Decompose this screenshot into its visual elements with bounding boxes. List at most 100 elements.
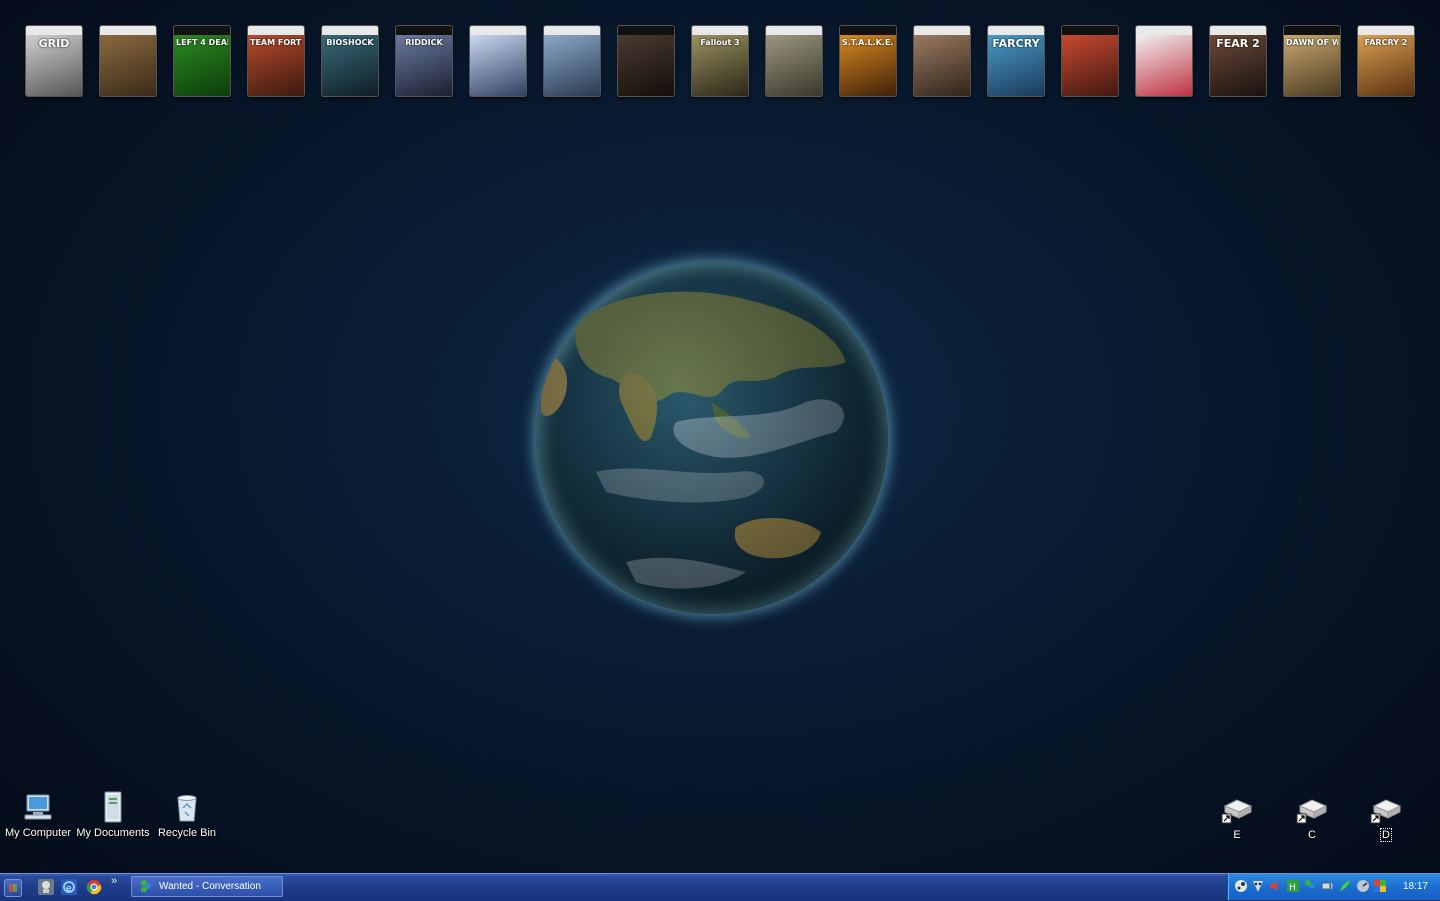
my-computer-icon	[21, 790, 55, 824]
cover-platform-strip	[1062, 26, 1118, 35]
cover-half-life[interactable]	[914, 26, 970, 96]
cover-platform-strip	[692, 26, 748, 35]
my-documents-icon	[96, 790, 130, 824]
cover-far-cry-2[interactable]: FARCRY 2	[1358, 26, 1414, 96]
cover-platform-strip	[1284, 26, 1340, 35]
cover-platform-strip	[470, 26, 526, 35]
cover-platform-strip	[248, 26, 304, 35]
cover-fear-2[interactable]: FEAR 2	[1210, 26, 1266, 96]
hard-drive-icon	[1296, 796, 1328, 826]
drive-label: E	[1233, 829, 1241, 841]
earth-continents	[536, 262, 888, 614]
cover-title: FARCRY	[992, 38, 1040, 50]
cover-title: DAWN OF WAR	[1286, 38, 1338, 47]
cover-platform-strip	[1358, 26, 1414, 35]
cover-fallout-3[interactable]: Fallout 3	[692, 26, 748, 96]
cover-dead-space[interactable]	[618, 26, 674, 96]
cover-platform-strip	[1136, 26, 1192, 35]
cover-platform-strip	[396, 26, 452, 35]
security-icon[interactable]	[1373, 879, 1387, 893]
cover-platform-strip	[766, 26, 822, 35]
taskbar: e » Wanted - Conversation H 18:17	[0, 873, 1440, 901]
volume-icon[interactable]	[1268, 879, 1282, 893]
steam-tray-icon[interactable]	[1234, 879, 1248, 893]
speed-icon[interactable]	[1356, 879, 1370, 893]
cover-art	[1136, 35, 1192, 96]
cover-platform-strip	[100, 26, 156, 35]
cover-art	[470, 35, 526, 96]
cover-dawn-of-war[interactable]: DAWN OF WAR	[1284, 26, 1340, 96]
taskbar-window-title: Wanted - Conversation	[159, 881, 261, 892]
show-desktop-icon[interactable]	[38, 879, 54, 895]
cover-platform-strip	[322, 26, 378, 35]
desktop-icon-my-documents[interactable]: My Documents	[75, 790, 151, 840]
cover-stalker[interactable]: S.T.A.L.K.E.R	[840, 26, 896, 96]
cover-team-fortress-2[interactable]: TEAM FORTRESS 2	[248, 26, 304, 96]
cover-platform-strip	[1210, 26, 1266, 35]
hard-drive-icon	[1370, 796, 1402, 826]
alien-tray-icon[interactable]	[1251, 879, 1265, 893]
cover-art	[100, 35, 156, 96]
recycle-bin-icon	[170, 790, 204, 824]
taskbar-clock[interactable]: 18:17	[1403, 874, 1428, 900]
cover-title: S.T.A.L.K.E.R	[842, 38, 894, 47]
cover-warhammer[interactable]	[100, 26, 156, 96]
drive-label: C	[1308, 829, 1316, 841]
desktop-icon-label: My Computer	[4, 827, 72, 839]
drive-shortcut-d[interactable]: D	[1348, 796, 1424, 842]
desktop-icon-recycle-bin[interactable]: Recycle Bin	[149, 790, 225, 840]
drive-label: D	[1380, 828, 1392, 842]
network-icon[interactable]	[1320, 879, 1334, 893]
svg-text:e: e	[66, 884, 72, 894]
cover-title: Fallout 3	[700, 38, 740, 47]
cover-bioshock[interactable]: BIOSHOCK	[322, 26, 378, 96]
ie-icon[interactable]: e	[61, 879, 77, 895]
cover-prince-of-persia[interactable]	[1062, 26, 1118, 96]
chrome-icon[interactable]	[86, 879, 102, 895]
svg-text:H: H	[1289, 883, 1296, 893]
cover-title: GRID	[38, 38, 70, 50]
cover-platform-strip	[988, 26, 1044, 35]
cover-art	[1062, 35, 1118, 96]
cover-platform-strip	[544, 26, 600, 35]
messenger-tray-icon[interactable]	[1303, 879, 1317, 893]
desktop-icon-label: Recycle Bin	[157, 827, 217, 839]
cover-title: FARCRY 2	[1364, 38, 1408, 47]
hard-drive-icon	[1221, 796, 1253, 826]
taskbar-window-button[interactable]: Wanted - Conversation	[131, 876, 283, 897]
cover-burnout[interactable]	[1136, 26, 1192, 96]
utorrent-icon[interactable]: H	[1286, 879, 1300, 893]
cover-art	[544, 35, 600, 96]
razer-icon[interactable]	[1338, 879, 1352, 893]
desktop-icon-my-computer[interactable]: My Computer	[0, 790, 76, 840]
system-tray: H 18:17	[1227, 874, 1440, 900]
cover-title: RIDDICK	[405, 38, 443, 47]
cover-platform-strip	[618, 26, 674, 35]
cover-title: BIOSHOCK	[326, 38, 374, 47]
cover-platform-strip	[26, 26, 82, 35]
cover-art	[766, 35, 822, 96]
drive-shortcut-e[interactable]: E	[1199, 796, 1275, 842]
start-button[interactable]	[4, 879, 22, 897]
game-covers-row: GRID LEFT 4 DEAD TEAM FORTRESS 2 BIOSHOCK RI…	[26, 26, 1414, 96]
cover-platform-strip	[840, 26, 896, 35]
cover-riddick[interactable]: RIDDICK	[396, 26, 452, 96]
drive-shortcut-c[interactable]: C	[1274, 796, 1350, 842]
cover-grid[interactable]: GRID	[26, 26, 82, 96]
desktop-icon-label: My Documents	[76, 827, 150, 839]
cover-crysis[interactable]	[544, 26, 600, 96]
cover-title: FEAR 2	[1216, 38, 1260, 50]
messenger-icon	[139, 879, 153, 893]
quick-launch-overflow-chevron[interactable]: »	[111, 875, 117, 887]
earth-image	[536, 262, 888, 614]
cover-title: LEFT 4 DEAD	[176, 38, 228, 47]
cover-far-cry[interactable]: FARCRY	[988, 26, 1044, 96]
cover-art	[914, 35, 970, 96]
cover-warcraft[interactable]	[470, 26, 526, 96]
cover-platform-strip	[914, 26, 970, 35]
cover-brothers-in-arms[interactable]	[766, 26, 822, 96]
cover-left4dead[interactable]: LEFT 4 DEAD	[174, 26, 230, 96]
cover-title: TEAM FORTRESS 2	[250, 38, 302, 47]
cover-art	[618, 35, 674, 96]
cover-platform-strip	[174, 26, 230, 35]
